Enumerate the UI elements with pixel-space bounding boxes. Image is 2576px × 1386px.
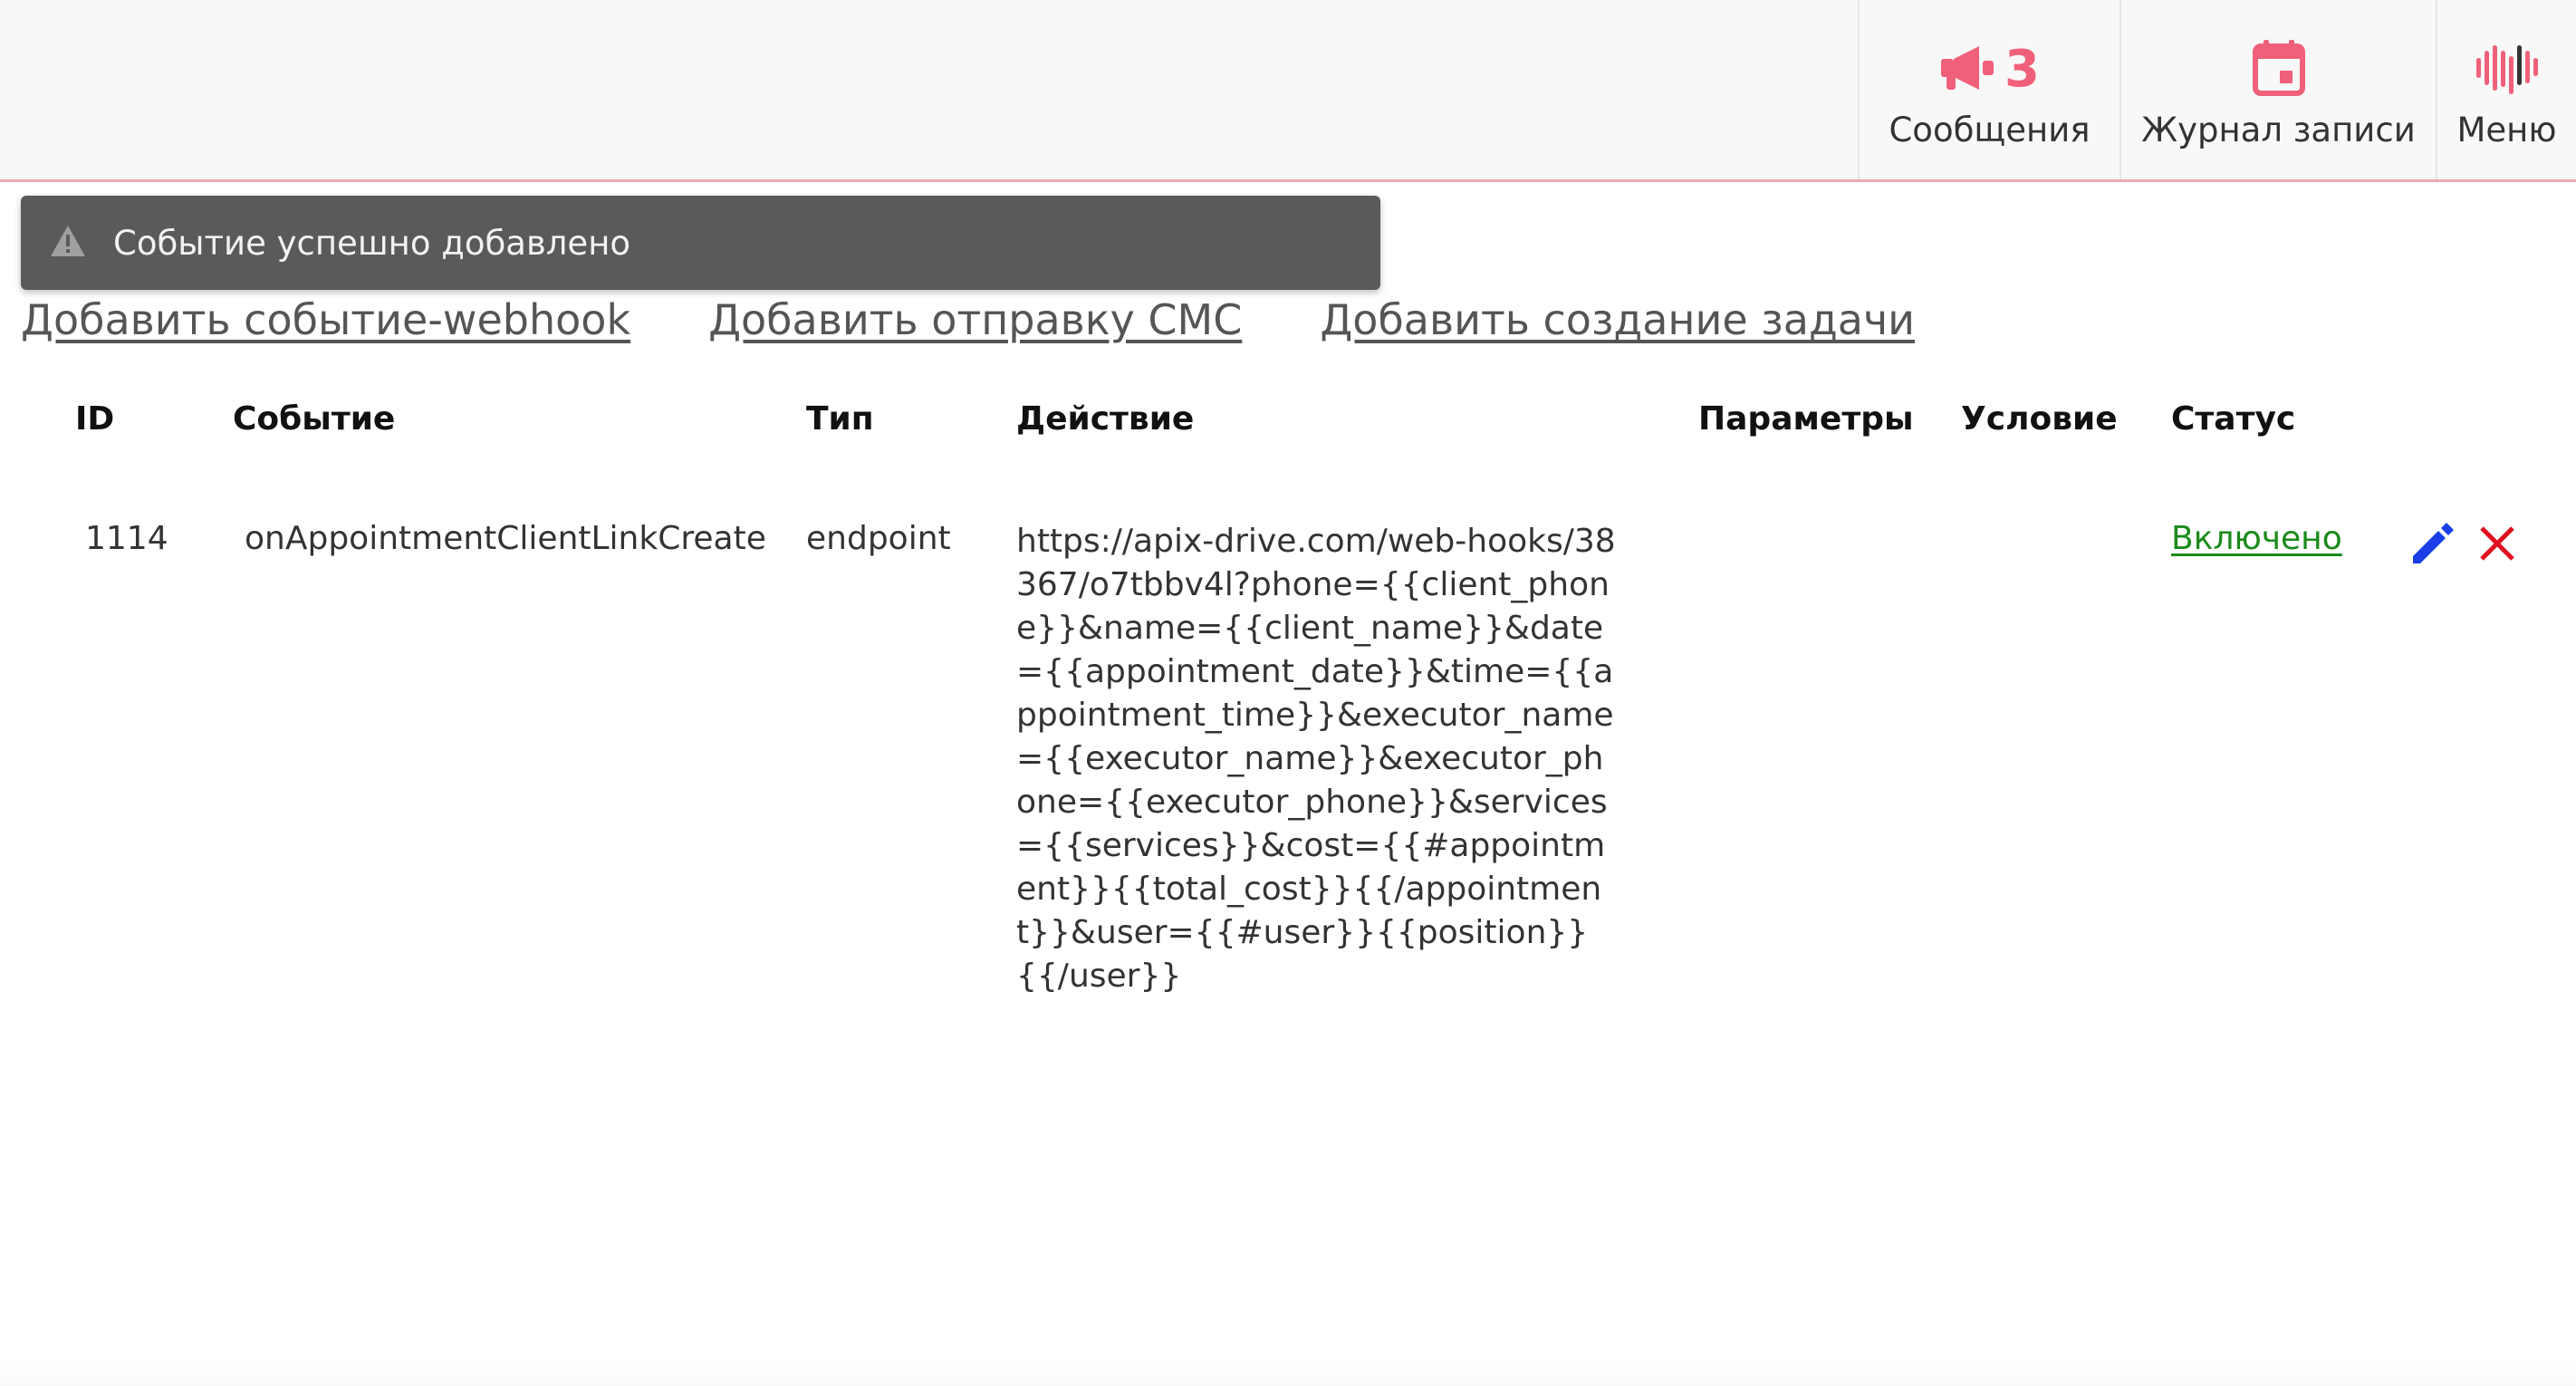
col-header-params: Параметры (1698, 400, 1914, 438)
col-header-condition: Условие (1961, 400, 2118, 438)
edit-button[interactable] (2406, 518, 2460, 573)
status-toggle-link[interactable]: Включено (2171, 520, 2342, 557)
nav-menu-label: Меню (2456, 111, 2557, 149)
cell-action: https://apix-drive.com/web-hooks/38367/o… (1016, 523, 1616, 995)
close-icon (2478, 525, 2516, 566)
logo-bars-icon (2475, 40, 2540, 100)
col-header-status: Статус (2171, 400, 2296, 438)
megaphone-icon (1939, 44, 1997, 95)
cell-event: onAppointmentClientLinkCreate (245, 520, 766, 557)
col-header-id: ID (75, 400, 115, 438)
delete-button[interactable] (2470, 518, 2524, 573)
add-webhook-link[interactable]: Добавить событие-webhook (21, 295, 630, 344)
nav-journal-label: Журнал записи (2141, 111, 2416, 149)
add-sms-link[interactable]: Добавить отправку СМС (708, 295, 1242, 344)
cell-type: endpoint (806, 520, 951, 557)
add-actions-bar: Добавить событие-webhook Добавить отправ… (21, 288, 1993, 351)
warning-icon (50, 225, 86, 261)
calendar-icon (2252, 40, 2305, 100)
toast-message: Событие успешно добавлено (113, 223, 631, 263)
nav-messages[interactable]: 3 Сообщения (1858, 0, 2119, 179)
col-header-action: Действие (1016, 400, 1195, 438)
nav-messages-icon-row: 3 (1939, 40, 2040, 100)
nav-journal[interactable]: Журнал записи (2119, 0, 2436, 179)
top-header: 3 Сообщения Журнал записи Меню (0, 0, 2576, 182)
col-header-event: Событие (233, 400, 396, 438)
bottom-edge (0, 1359, 2576, 1386)
messages-count-badge: 3 (2004, 40, 2040, 99)
cell-status: Включено (2171, 520, 2342, 557)
nav-menu[interactable]: Меню (2436, 0, 2576, 179)
nav-messages-label: Сообщения (1889, 111, 2091, 149)
cell-id: 1114 (85, 520, 168, 557)
pencil-icon (2409, 520, 2456, 571)
add-task-link[interactable]: Добавить создание задачи (1320, 295, 1915, 344)
success-toast[interactable]: Событие успешно добавлено (21, 196, 1380, 290)
nav-menu-icon-row (2475, 40, 2540, 100)
nav-journal-icon-row (2252, 40, 2305, 100)
col-header-type: Тип (806, 400, 874, 438)
